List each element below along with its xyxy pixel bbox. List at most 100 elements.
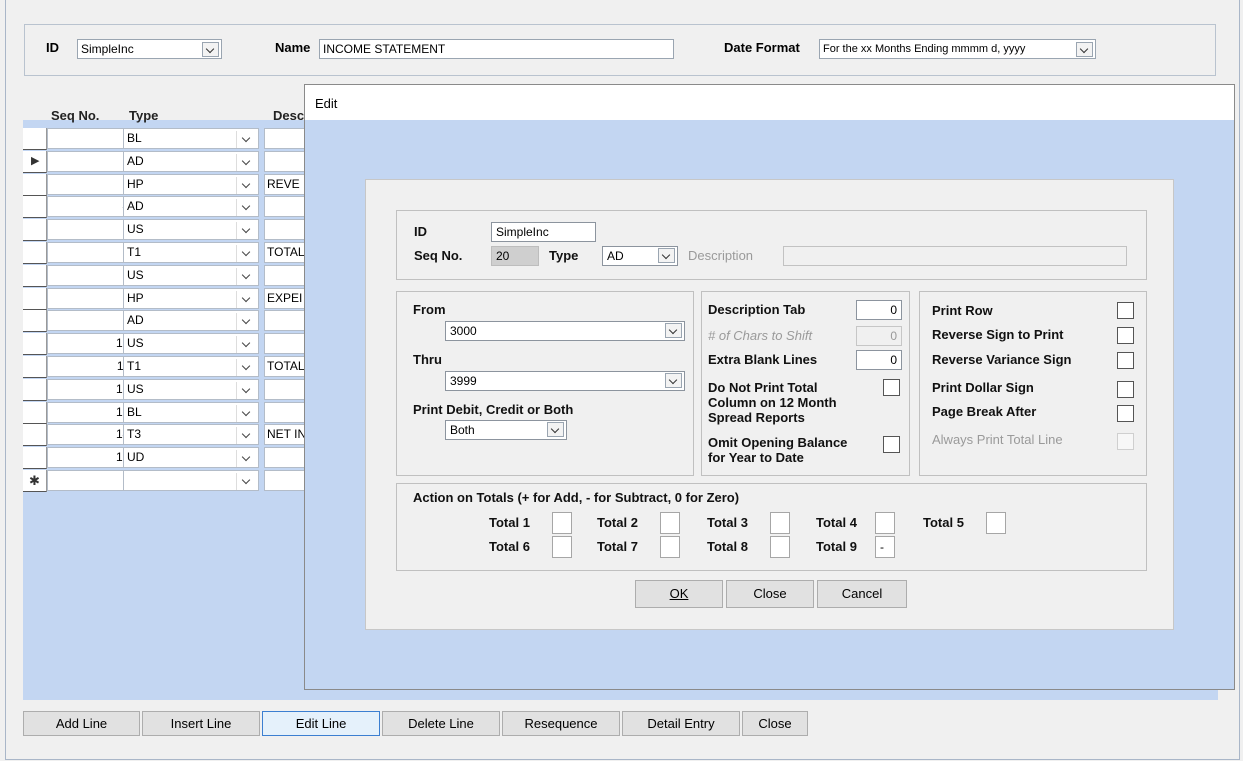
chevron-down-icon[interactable] <box>236 450 255 468</box>
row-selector[interactable] <box>23 310 47 333</box>
type-cell[interactable]: US <box>123 219 259 241</box>
chevron-down-icon[interactable] <box>236 199 255 217</box>
type-cell[interactable]: US <box>123 264 259 286</box>
no-print-total-checkbox[interactable] <box>883 379 900 396</box>
type-cell[interactable]: US <box>123 378 259 400</box>
type-cell[interactable]: HP <box>123 287 259 309</box>
chevron-down-icon[interactable] <box>658 248 675 263</box>
chevron-down-icon[interactable] <box>236 404 255 422</box>
table-row[interactable]: 140T3NET IN <box>23 424 324 447</box>
row-selector[interactable] <box>23 447 47 470</box>
total-4-field[interactable] <box>875 512 895 534</box>
table-row[interactable]: 100US <box>23 333 324 356</box>
chevron-down-icon[interactable] <box>236 245 255 262</box>
row-selector[interactable] <box>23 401 47 424</box>
total-9-field[interactable]: - <box>875 536 895 558</box>
reverse-variance-checkbox[interactable] <box>1117 352 1134 369</box>
type-cell[interactable]: T1 <box>123 242 259 263</box>
total-6-field[interactable] <box>552 536 572 558</box>
table-row[interactable]: 90AD <box>23 310 324 333</box>
omit-opening-checkbox[interactable] <box>883 436 900 453</box>
print-dcb-dropdown[interactable]: Both <box>445 420 567 440</box>
chevron-down-icon[interactable] <box>547 422 564 437</box>
chevron-down-icon[interactable] <box>665 323 682 338</box>
row-selector[interactable] <box>23 219 47 242</box>
total-2-field[interactable] <box>660 512 680 534</box>
chevron-down-icon[interactable] <box>236 131 255 148</box>
row-selector[interactable] <box>23 356 47 378</box>
row-selector[interactable]: ▶ <box>23 150 47 173</box>
table-row[interactable]: 110T1TOTAL <box>23 356 324 378</box>
row-selector[interactable] <box>23 378 47 401</box>
chevron-down-icon[interactable] <box>236 359 255 376</box>
row-selector[interactable] <box>23 264 47 287</box>
desc-tab-field[interactable]: 0 <box>856 300 902 320</box>
table-row[interactable]: 70US <box>23 264 324 287</box>
type-cell[interactable]: HP <box>123 173 259 195</box>
cancel-button[interactable]: Cancel <box>817 580 907 608</box>
table-row[interactable]: 130BL <box>23 401 324 424</box>
chevron-down-icon[interactable] <box>236 267 255 285</box>
type-cell[interactable]: BL <box>123 401 259 423</box>
dialog-close-button[interactable]: Close <box>726 580 814 608</box>
chevron-down-icon[interactable] <box>665 373 682 388</box>
type-cell[interactable]: UD <box>123 447 259 469</box>
total-1-field[interactable] <box>552 512 572 534</box>
chevron-down-icon[interactable] <box>236 381 255 399</box>
type-cell[interactable]: T3 <box>123 424 259 446</box>
chevron-down-icon[interactable] <box>236 336 255 354</box>
total-3-field[interactable] <box>770 512 790 534</box>
chevron-down-icon[interactable] <box>202 42 219 57</box>
type-cell[interactable]: US <box>123 333 259 355</box>
delete-line-button[interactable]: Delete Line <box>382 711 500 736</box>
table-row[interactable]: 80HPEXPEI <box>23 287 324 310</box>
row-selector[interactable] <box>23 424 47 447</box>
table-row[interactable]: 30HPREVE <box>23 173 324 196</box>
row-selector[interactable] <box>23 333 47 356</box>
chevron-down-icon[interactable] <box>236 290 255 308</box>
type-cell[interactable]: BL <box>123 128 259 149</box>
add-line-button[interactable]: Add Line <box>23 711 140 736</box>
type-cell[interactable] <box>123 470 259 491</box>
chevron-down-icon[interactable] <box>236 313 255 331</box>
reverse-sign-checkbox[interactable] <box>1117 327 1134 344</box>
chevron-down-icon[interactable] <box>236 222 255 240</box>
type-cell[interactable]: AD <box>123 150 259 172</box>
edit-line-button[interactable]: Edit Line <box>262 711 380 736</box>
table-row[interactable]: 40AD <box>23 196 324 219</box>
row-selector[interactable] <box>23 128 47 150</box>
row-selector[interactable] <box>23 287 47 310</box>
print-row-checkbox[interactable] <box>1117 302 1134 319</box>
page-break-checkbox[interactable] <box>1117 405 1134 422</box>
table-row[interactable]: ✱ <box>23 470 324 492</box>
type-dropdown[interactable]: AD <box>602 246 678 266</box>
table-row[interactable]: 60T1TOTAL <box>23 242 324 264</box>
table-row[interactable]: 120US <box>23 378 324 401</box>
chevron-down-icon[interactable] <box>236 176 255 194</box>
row-selector[interactable] <box>23 173 47 196</box>
row-selector[interactable] <box>23 242 47 264</box>
dollar-sign-checkbox[interactable] <box>1117 381 1134 398</box>
table-row[interactable]: 50US <box>23 219 324 242</box>
from-dropdown[interactable]: 3000 <box>445 321 685 341</box>
chevron-down-icon[interactable] <box>1076 42 1093 57</box>
total-5-field[interactable] <box>986 512 1006 534</box>
id-dropdown[interactable]: SimpleInc <box>77 39 222 59</box>
total-8-field[interactable] <box>770 536 790 558</box>
row-selector[interactable]: ✱ <box>23 470 47 492</box>
chevron-down-icon[interactable] <box>236 427 255 445</box>
table-row[interactable]: 150UD <box>23 447 324 470</box>
type-cell[interactable]: AD <box>123 196 259 218</box>
edit-id-field[interactable]: SimpleInc <box>491 222 596 242</box>
type-cell[interactable]: AD <box>123 310 259 332</box>
close-button[interactable]: Close <box>742 711 808 736</box>
extra-blank-field[interactable]: 0 <box>856 350 902 370</box>
type-cell[interactable]: T1 <box>123 356 259 377</box>
ok-button[interactable]: OK <box>635 580 723 608</box>
insert-line-button[interactable]: Insert Line <box>142 711 260 736</box>
chevron-down-icon[interactable] <box>236 153 255 171</box>
row-selector[interactable] <box>23 196 47 219</box>
date-format-dropdown[interactable]: For the xx Months Ending mmmm d, yyyy <box>819 39 1096 59</box>
table-row[interactable]: 10BL <box>23 128 324 150</box>
name-field[interactable]: INCOME STATEMENT <box>319 39 674 59</box>
